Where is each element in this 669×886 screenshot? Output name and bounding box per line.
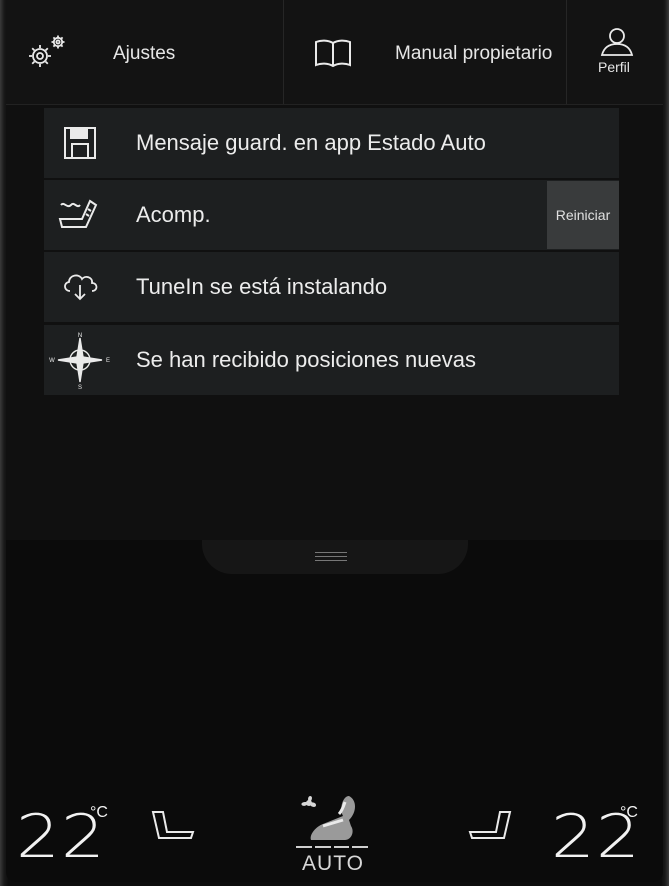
drag-handle-grip-icon: [315, 552, 347, 564]
auto-climate-label[interactable]: AUTO: [298, 852, 368, 876]
notification-item[interactable]: Acomp. Reiniciar: [44, 180, 619, 250]
svg-text:W: W: [49, 358, 55, 364]
temperature-unit: °C: [620, 804, 638, 821]
fan-auto-icon[interactable]: [299, 794, 371, 844]
settings-tile[interactable]: Ajustes: [6, 0, 282, 104]
svg-text:N: N: [78, 333, 82, 339]
notification-text: Acomp.: [136, 202, 211, 227]
fan-level-indicator: [296, 846, 368, 848]
seat-massage-icon: [44, 180, 116, 250]
save-floppy-icon: [44, 108, 116, 178]
svg-text:E: E: [106, 358, 110, 364]
cloud-download-icon: [44, 252, 116, 322]
climate-bar: 22 °C AUTO 22 °C: [6, 782, 663, 882]
book-icon: [314, 38, 352, 68]
owner-manual-label: Manual propietario: [395, 43, 553, 64]
reset-button[interactable]: Reiniciar: [547, 181, 619, 249]
owner-manual-tile[interactable]: Manual propietario: [284, 0, 566, 104]
settings-label: Ajustes: [113, 43, 176, 64]
user-profile-icon: [599, 26, 635, 56]
notification-item[interactable]: N S W E Se han recibido posiciones nueva…: [44, 325, 619, 395]
profile-label: Perfil: [598, 59, 630, 75]
notification-item[interactable]: TuneIn se está instalando: [44, 252, 619, 322]
compass-rose-icon: N S W E: [44, 325, 116, 395]
notification-text: Se han recibido posiciones nuevas: [136, 347, 477, 372]
driver-seat-heat-icon[interactable]: [149, 808, 197, 848]
temperature-unit: °C: [90, 804, 108, 821]
notification-text: TuneIn se está instalando: [136, 274, 388, 299]
gear-icon: [24, 32, 70, 72]
center-display: Ajustes Manual propietario Perfil Mensaj…: [6, 0, 663, 882]
top-bar: Ajustes Manual propietario Perfil: [6, 0, 663, 105]
svg-text:S: S: [78, 385, 82, 390]
passenger-seat-heat-icon[interactable]: [466, 808, 514, 848]
notification-text: Mensaje guard. en app Estado Auto: [136, 130, 486, 155]
profile-tile[interactable]: Perfil: [567, 0, 663, 104]
notification-item[interactable]: Mensaje guard. en app Estado Auto: [44, 108, 619, 178]
